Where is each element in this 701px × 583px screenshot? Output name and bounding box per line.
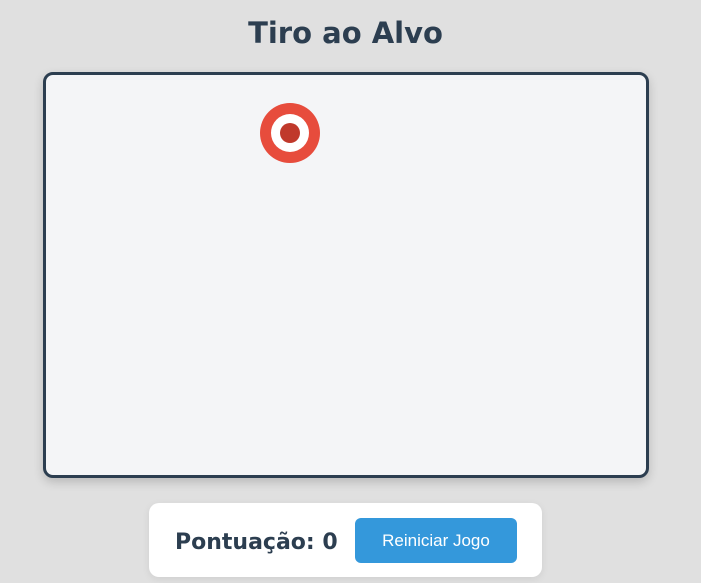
target-bullseye	[280, 123, 300, 143]
game-area[interactable]	[43, 72, 649, 478]
score-value: 0	[322, 530, 338, 555]
game-title: Tiro ao Alvo	[248, 16, 443, 50]
scoreboard: Pontuação: 0 Reiniciar Jogo	[149, 503, 542, 577]
score-label: Pontuação:	[175, 530, 315, 555]
score-display: Pontuação: 0	[175, 528, 338, 558]
bullseye-target-icon[interactable]	[260, 103, 320, 163]
restart-button[interactable]: Reiniciar Jogo	[355, 518, 517, 563]
